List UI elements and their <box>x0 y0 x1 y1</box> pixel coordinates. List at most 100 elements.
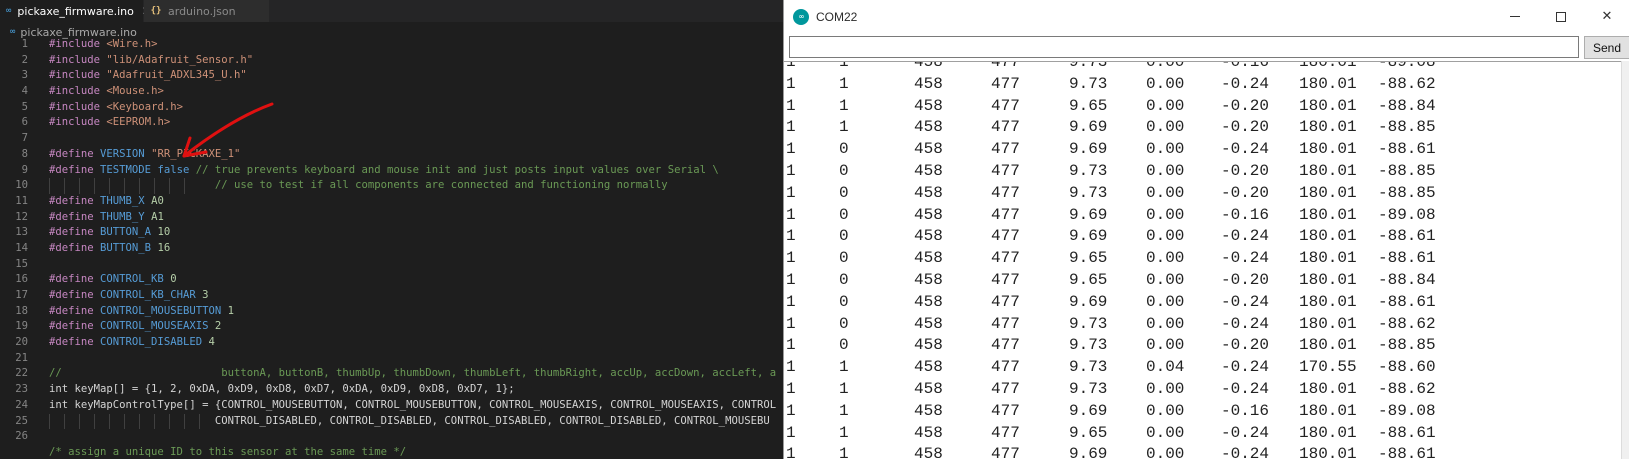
serial-value: -89.08 <box>1378 61 1436 71</box>
serial-output-line: 1 1 458 477 9.73 0.04 -0.24 170.55 -88.60 <box>784 357 1622 379</box>
serial-value: -88.60 <box>1378 358 1436 377</box>
code-token: 1 <box>221 304 234 317</box>
line-number: 25 <box>15 414 28 427</box>
code-token: #include <box>49 38 101 50</box>
code-text: #define CONTROL_MOUSEAXIS 2 <box>49 319 221 335</box>
serial-value: 477 <box>991 140 1020 159</box>
tab-label: pickaxe_firmware.ino <box>17 4 134 18</box>
serial-value: -0.16 <box>1221 61 1270 71</box>
code-text: #include <Keyboard.h> <box>49 100 183 116</box>
serial-value: 180.01 <box>1299 314 1357 333</box>
serial-value: 9.69 <box>1069 401 1108 420</box>
maximize-button[interactable] <box>1538 0 1584 33</box>
serial-value: 477 <box>991 183 1020 202</box>
send-button[interactable]: Send <box>1584 36 1629 59</box>
code-line: 19 #define CONTROL_MOUSEAXIS 2 <box>0 319 783 335</box>
serial-value: -0.24 <box>1221 358 1270 377</box>
serial-value: 1 <box>786 401 796 420</box>
minimize-button[interactable] <box>1492 0 1538 33</box>
serial-value: 180.01 <box>1299 270 1357 289</box>
serial-output-line: 1 0 458 477 9.73 0.00 -0.24 180.01 -88.62 <box>784 314 1622 336</box>
line-number: 4 <box>21 85 28 98</box>
code-line: 18 #define CONTROL_MOUSEBUTTON 1 <box>0 304 783 320</box>
serial-value: -0.20 <box>1221 118 1270 137</box>
code-token: <Wire.h> <box>106 38 158 50</box>
serial-value: -0.24 <box>1221 249 1270 268</box>
code-line: /* assign a unique ID to this sensor at … <box>0 445 783 459</box>
serial-value: 0 <box>839 140 849 159</box>
serial-value: -0.24 <box>1221 379 1270 398</box>
line-number: 9 <box>21 163 28 176</box>
serial-value: 477 <box>991 445 1020 459</box>
serial-value: -0.24 <box>1221 227 1270 246</box>
serial-value: 1 <box>786 314 796 333</box>
serial-value: 9.73 <box>1069 161 1108 180</box>
serial-input[interactable] <box>789 36 1579 58</box>
window-title-bar[interactable]: ∞ COM22 ✕ <box>784 0 1629 33</box>
serial-value: -88.84 <box>1378 96 1436 115</box>
tab-arduino-json[interactable]: {} arduino.json <box>144 0 270 22</box>
code-token: #define <box>49 194 94 207</box>
serial-value: -88.62 <box>1378 314 1436 333</box>
serial-value: 458 <box>914 379 943 398</box>
serial-value: 1 <box>786 423 796 442</box>
tab-pickaxe-firmware[interactable]: ∞ pickaxe_firmware.ino ✕ <box>0 0 152 22</box>
code-token: 4 <box>202 336 215 349</box>
serial-value: 477 <box>991 227 1020 246</box>
serial-value: 1 <box>786 445 796 459</box>
serial-value: 9.69 <box>1069 292 1108 311</box>
output-scrollbar[interactable] <box>1621 61 1629 459</box>
code-line: 3 #include "Adafruit_ADXL345_U.h" <box>0 68 783 84</box>
serial-output-line: 1 1 458 477 9.65 0.00 -0.20 180.01 -88.84 <box>784 96 1622 118</box>
code-token: CONTROL_KB_CHAR <box>93 289 196 301</box>
line-number: 14 <box>15 241 28 254</box>
code-text: #include "Adafruit_ADXL345_U.h" <box>49 68 247 84</box>
send-row: Send <box>784 35 1629 61</box>
code-token: /* assign a unique ID to this sensor at … <box>49 445 407 458</box>
code-line: 1 #include <Wire.h> <box>0 37 783 53</box>
serial-value: 458 <box>914 445 943 459</box>
arduino-logo-icon: ∞ <box>793 8 809 25</box>
serial-value: 0.00 <box>1146 292 1185 311</box>
serial-value: 458 <box>914 292 943 311</box>
serial-value: 0 <box>839 336 849 355</box>
serial-value: 180.01 <box>1299 118 1357 137</box>
serial-value: -88.85 <box>1378 183 1436 202</box>
code-token: #define <box>49 289 94 301</box>
code-token: #include <box>49 100 101 113</box>
code-token: <Keyboard.h> <box>106 100 183 113</box>
code-line: 26 <box>0 429 783 445</box>
serial-value: 180.01 <box>1299 161 1357 180</box>
line-number: 17 <box>15 289 28 301</box>
line-number: 26 <box>15 430 28 443</box>
serial-value: 180.01 <box>1299 140 1357 159</box>
serial-value: 477 <box>991 205 1020 224</box>
line-number: 11 <box>15 194 28 207</box>
serial-value: -0.20 <box>1221 96 1270 115</box>
code-area[interactable]: 1 #include <Wire.h> 2 #include "lib/Adafrui… <box>0 37 783 459</box>
line-number: 2 <box>21 53 28 66</box>
serial-output-line: 1 0 458 477 9.73 0.00 -0.20 180.01 -88.85 <box>784 183 1622 205</box>
code-text: int keyMap[] = {1, 2, 0xDA, 0xD9, 0xD8, … <box>49 382 515 398</box>
line-number: 15 <box>15 257 28 270</box>
serial-value: 458 <box>914 161 943 180</box>
code-line: 13 #define BUTTON_A 10 <box>0 225 783 241</box>
serial-output[interactable]: 1 1 458 477 9.73 0.00 -0.16 180.01 -89.08 1 1 458 47… <box>784 61 1622 459</box>
serial-value: -88.62 <box>1378 74 1436 93</box>
serial-value: 458 <box>914 423 943 442</box>
code-token: #include <box>49 69 101 82</box>
serial-value: 0.00 <box>1146 249 1185 268</box>
code-token: #define <box>49 210 94 223</box>
code-token: BUTTON_A <box>93 226 152 239</box>
code-text: #define CONTROL_KB_CHAR 3 <box>49 288 208 304</box>
serial-value: 180.01 <box>1299 292 1357 311</box>
code-token: 3 <box>195 289 209 301</box>
serial-value: -0.24 <box>1221 74 1270 93</box>
serial-output-line: 1 1 458 477 9.69 0.00 -0.24 180.01 -88.61 <box>784 444 1622 459</box>
code-token: false <box>151 163 190 176</box>
line-number: 20 <box>15 336 28 349</box>
close-button[interactable]: ✕ <box>1584 0 1629 33</box>
serial-output-line: 1 0 458 477 9.69 0.00 -0.24 180.01 -88.61 <box>784 292 1622 314</box>
serial-value: 180.01 <box>1299 401 1357 420</box>
code-token: CONTROL_KB <box>93 273 164 286</box>
